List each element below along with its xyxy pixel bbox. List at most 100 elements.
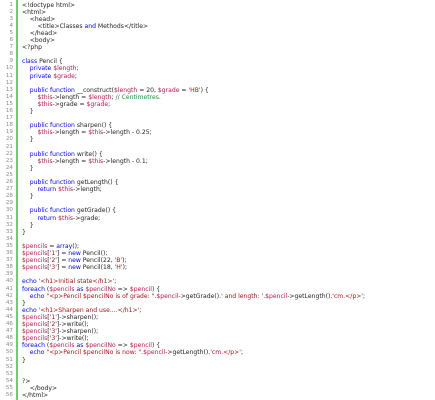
line-number: 46 <box>5 321 13 327</box>
line-number: 45 <box>5 313 13 320</box>
code-token: ->grade; <box>73 214 101 222</box>
code-line[interactable]: echo '<h1>Initial state</h1>'; <box>22 278 116 285</box>
code-line[interactable]: } <box>22 165 34 172</box>
code-line[interactable]: $this->length = $length; // Centimetres. <box>22 94 161 101</box>
variable-token: $this <box>37 129 53 137</box>
string-token: '3' <box>49 335 57 343</box>
code-token: ->getLength(). <box>165 349 211 357</box>
code-line[interactable]: $pencils['1'] = new Pencil(); <box>22 250 107 257</box>
code-token: ->length - 0.1; <box>103 157 148 165</box>
code-line[interactable]: echo "<p>Pencil $pencilNo is of grade: "… <box>22 293 365 300</box>
line-number: 49 <box>5 342 13 349</box>
string-token: 'HB' <box>188 86 201 94</box>
code-token: => <box>115 285 130 293</box>
code-line[interactable]: private $grade; <box>22 73 77 80</box>
code-line[interactable]: $this->grade = $grade; <box>22 100 111 108</box>
code-line[interactable]: public function getLength() { <box>22 179 119 186</box>
keyword-token: foreach <box>22 285 45 293</box>
code-token: } <box>22 108 34 115</box>
code-editor[interactable]: 1 2 3 4 5 6 7 8 9 10 11 12 13 14 15 16 17 18 19 20 21 22 23 24 2… <box>0 0 435 400</box>
variable-token: $pencil <box>129 342 152 350</box>
code-line[interactable]: <html> <box>22 9 46 16</box>
code-token: ?> <box>22 377 31 385</box>
code-line[interactable]: foreach ($pencils as $pencilNo => $penci… <box>22 286 160 293</box>
code-token: <title>Classes <box>22 22 85 30</box>
keyword-token: echo <box>22 278 37 286</box>
code-token: } <box>22 356 26 364</box>
code-token: ); <box>122 257 127 265</box>
code-line[interactable]: } <box>22 300 26 307</box>
code-line[interactable]: <head> <box>22 16 55 23</box>
code-token: <body> <box>22 37 56 44</box>
code-token: ->length = <box>52 157 89 165</box>
code-line[interactable]: echo '<h1>Sharpen and use....</h1>'; <box>22 307 141 314</box>
code-token: } <box>22 193 34 201</box>
code-line[interactable]: } <box>22 193 34 200</box>
code-line[interactable]: foreach ($pencils as $pencilNo => $penci… <box>22 342 160 349</box>
code-token: ->grade = <box>52 100 87 108</box>
code-token: ; <box>240 349 244 357</box>
line-number: 35 <box>5 242 13 249</box>
code-line[interactable]: public function sharpen() { <box>22 122 112 129</box>
code-line[interactable]: </body> <box>22 385 57 392</box>
variable-token: $pencil <box>143 349 166 357</box>
variable-token: $pencils <box>22 257 48 265</box>
code-token: getGrade() { <box>74 207 117 215</box>
code-token: } <box>22 136 34 144</box>
code-line[interactable]: $pencils['1']->sharpen(); <box>22 314 98 321</box>
code-line[interactable]: $pencils['3'] = new Pencil(18, 'H'); <box>22 264 127 271</box>
code-token: ]->write(); <box>56 321 89 328</box>
code-token: } <box>22 164 34 172</box>
code-line[interactable]: return $this->grade; <box>22 214 101 222</box>
line-number: 36 <box>5 250 13 256</box>
variable-token: $pencils <box>22 335 48 343</box>
variable-token: $pencilNo <box>85 285 116 293</box>
code-line[interactable]: public function getGrade() { <box>22 207 116 214</box>
code-line[interactable]: <!doctype html> <box>22 2 75 9</box>
code-line[interactable]: } <box>22 108 34 115</box>
code-line[interactable]: echo "<p>Pencil $pencilNo is now: ".$pen… <box>22 349 243 356</box>
code-token: Pencil { <box>37 58 63 66</box>
code-line[interactable]: ?> <box>22 378 30 385</box>
code-line[interactable]: $pencils = array(); <box>22 243 79 250</box>
code-line[interactable]: <body> <box>22 37 55 44</box>
keyword-token: public function <box>29 179 75 186</box>
line-number: 44 <box>5 306 13 313</box>
line-number: 56 <box>5 392 13 398</box>
code-line[interactable]: } <box>22 222 34 229</box>
code-line[interactable]: $this->length = $this->length - 0.1; <box>22 158 148 165</box>
code-line[interactable]: private $length; <box>22 65 79 72</box>
variable-token: $this <box>88 157 104 165</box>
code-token: write() { <box>74 150 103 158</box>
code-line[interactable]: } <box>22 229 26 236</box>
code-line[interactable]: <?php <box>22 44 42 51</box>
code-line[interactable]: </head> <box>22 30 58 37</box>
code-line[interactable]: class Pencil { <box>22 58 63 65</box>
code-token: Pencil(18, <box>80 264 115 272</box>
code-line[interactable]: } <box>22 357 26 364</box>
code-line[interactable]: $pencils['2']->write(); <box>22 321 89 328</box>
string-token: "<p>Pencil $pencilNo is of grade: " <box>46 292 155 300</box>
code-line[interactable]: return $this->length; <box>22 186 102 193</box>
code-line[interactable]: $pencils['2'] = new Pencil(22, 'B'); <box>22 257 127 264</box>
variable-token: $this <box>37 100 53 108</box>
keyword-token: new <box>68 250 81 257</box>
code-line[interactable]: $pencils['3']->write(); <box>22 335 89 342</box>
variable-token: $length <box>53 65 77 73</box>
keyword-token: public function <box>29 207 75 215</box>
code-line[interactable]: </html> <box>22 392 48 399</box>
code-line[interactable]: <title>Classes and Methods</title> <box>22 23 148 30</box>
code-token: ] = <box>56 250 69 257</box>
code-line[interactable]: public function __construct($length = 20… <box>22 87 209 94</box>
code-line[interactable]: } <box>22 136 34 143</box>
code-line[interactable]: $this->length = $this->length - 0.25; <box>22 129 152 136</box>
string-token: ' and length: ' <box>221 292 264 300</box>
code-line[interactable]: $pencils['3']->sharpen(); <box>22 328 98 335</box>
code-token: ] = <box>56 257 69 265</box>
code-line[interactable]: public function write() { <box>22 151 103 158</box>
code-token: ; <box>74 72 77 80</box>
